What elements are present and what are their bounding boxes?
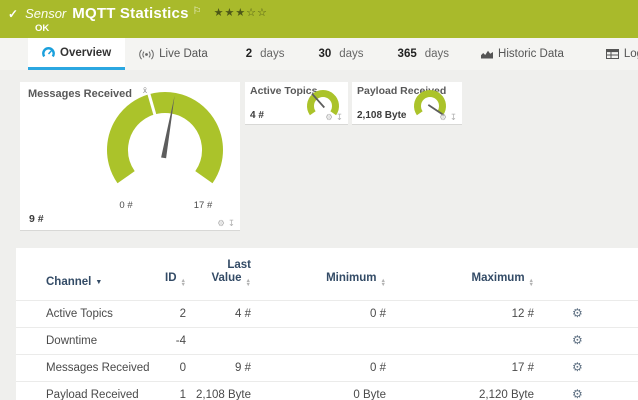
- gauge-settings-gear-icon[interactable]: ⚙: [325, 113, 333, 122]
- cell-last-value: 9 #: [186, 354, 251, 381]
- gauge-current-value: 9 #: [29, 213, 44, 225]
- cell-id: -4: [156, 327, 186, 354]
- gauge-current-value: 2,108 Byte: [357, 110, 406, 121]
- col-header-last-value[interactable]: Last Value▲▼: [186, 248, 251, 300]
- cell-last-value: 4 #: [186, 300, 251, 327]
- sort-icon: ▲▼: [246, 279, 251, 288]
- cell-last-value: 2,108 Byte: [186, 381, 251, 400]
- table-row: Downtime -4 ⚙: [16, 327, 638, 354]
- col-header-actions: [534, 248, 638, 300]
- sort-icon: ▲▼: [181, 279, 186, 288]
- gauge-average-label: x̄: [143, 86, 147, 95]
- flag-icon[interactable]: ⚐: [193, 6, 202, 17]
- tab-log[interactable]: Log: [596, 38, 638, 70]
- cell-id: 2: [156, 300, 186, 327]
- cell-channel: Active Topics: [16, 300, 156, 327]
- col-header-minimum[interactable]: Minimum▲▼: [251, 248, 386, 300]
- tab-live-data[interactable]: Live Data: [129, 38, 218, 70]
- cell-channel: Messages Received: [16, 354, 156, 381]
- prtg-sensor-page: ✓ Sensor MQTT Statistics ⚐ ★★★☆☆ OK Over…: [0, 0, 638, 400]
- status-badge: OK: [35, 23, 49, 34]
- tab-overview[interactable]: Overview: [28, 38, 125, 70]
- table-header-row: Channel▼ ID▲▼ Last Value▲▼ Minimum▲▼ Max…: [16, 248, 638, 300]
- priority-stars[interactable]: ★★★☆☆: [214, 6, 268, 19]
- cell-channel: Downtime: [16, 327, 156, 354]
- tab-30-days[interactable]: 30days: [308, 38, 373, 70]
- channel-table-card: Channel▼ ID▲▼ Last Value▲▼ Minimum▲▼ Max…: [16, 248, 638, 400]
- sort-icon: ▲▼: [381, 279, 386, 288]
- table-row: Messages Received 0 9 # 0 # 17 # ⚙: [16, 354, 638, 381]
- gauge-min-label: 0 #: [119, 200, 133, 211]
- edit-channel-icon[interactable]: ⚙: [572, 387, 583, 400]
- cell-maximum: 12 #: [386, 300, 534, 327]
- gauge-settings-gear-icon[interactable]: ⚙: [217, 219, 225, 228]
- sorted-desc-icon: ▼: [95, 279, 102, 286]
- tab-bar: Overview Live Data 2days 30days 365days …: [0, 38, 638, 70]
- col-header-channel[interactable]: Channel▼: [16, 248, 156, 300]
- cell-maximum: 17 #: [386, 354, 534, 381]
- col-header-id[interactable]: ID▲▼: [156, 248, 186, 300]
- live-signal-icon: [139, 49, 154, 60]
- cell-last-value: [186, 327, 251, 354]
- sort-icon: ▲▼: [529, 279, 534, 288]
- cell-id: 0: [156, 354, 186, 381]
- gauge-pin-icon[interactable]: ↧: [228, 219, 235, 228]
- gauge-pin-icon[interactable]: ↧: [450, 113, 457, 122]
- messages-received-gauge: x̄ 0 # 17 #: [20, 84, 240, 216]
- cell-maximum: 2,120 Byte: [386, 381, 534, 400]
- cell-channel: Payload Received: [16, 381, 156, 400]
- sensor-header: ✓ Sensor MQTT Statistics ⚐ ★★★☆☆ OK: [0, 0, 638, 38]
- gauge-arc: [418, 94, 443, 114]
- table-row: Payload Received 1 2,108 Byte 0 Byte 2,1…: [16, 381, 638, 400]
- tab-365-days[interactable]: 365days: [388, 38, 459, 70]
- page-title: MQTT Statistics: [72, 5, 188, 22]
- cell-minimum: 0 Byte: [251, 381, 386, 400]
- cell-maximum: [386, 327, 534, 354]
- cell-minimum: 0 #: [251, 300, 386, 327]
- gauge-tile-payload-received[interactable]: Payload Received 2,108 Byte ⚙ ↧: [352, 82, 462, 125]
- tab-2-days[interactable]: 2days: [236, 38, 295, 70]
- gauge-current-value: 4 #: [250, 110, 264, 121]
- edit-channel-icon[interactable]: ⚙: [572, 360, 583, 374]
- gauge-icon: [42, 46, 55, 59]
- gauge-settings-gear-icon[interactable]: ⚙: [439, 113, 447, 122]
- table-row: Active Topics 2 4 # 0 # 12 # ⚙: [16, 300, 638, 327]
- log-list-icon: [606, 49, 619, 59]
- gauge-tile-active-topics[interactable]: Active Topics 4 # ⚙ ↧: [245, 82, 348, 125]
- tab-historic-data[interactable]: Historic Data: [471, 38, 574, 70]
- historic-chart-icon: [481, 49, 493, 59]
- channel-table: Channel▼ ID▲▼ Last Value▲▼ Minimum▲▼ Max…: [16, 248, 638, 400]
- edit-channel-icon[interactable]: ⚙: [572, 306, 583, 320]
- gauge-pin-icon[interactable]: ↧: [336, 113, 343, 122]
- cell-minimum: 0 #: [251, 354, 386, 381]
- status-ok-check-icon: ✓: [8, 7, 18, 21]
- col-header-maximum[interactable]: Maximum▲▼: [386, 248, 534, 300]
- edit-channel-icon[interactable]: ⚙: [572, 333, 583, 347]
- cell-minimum: [251, 327, 386, 354]
- gauge-tile-messages-received[interactable]: Messages Received x̄ 0 # 17 # 9 # ⚙ ↧: [20, 82, 240, 231]
- object-kind-label: Sensor: [25, 6, 66, 21]
- cell-id: 1: [156, 381, 186, 400]
- gauge-max-label: 17 #: [194, 200, 213, 211]
